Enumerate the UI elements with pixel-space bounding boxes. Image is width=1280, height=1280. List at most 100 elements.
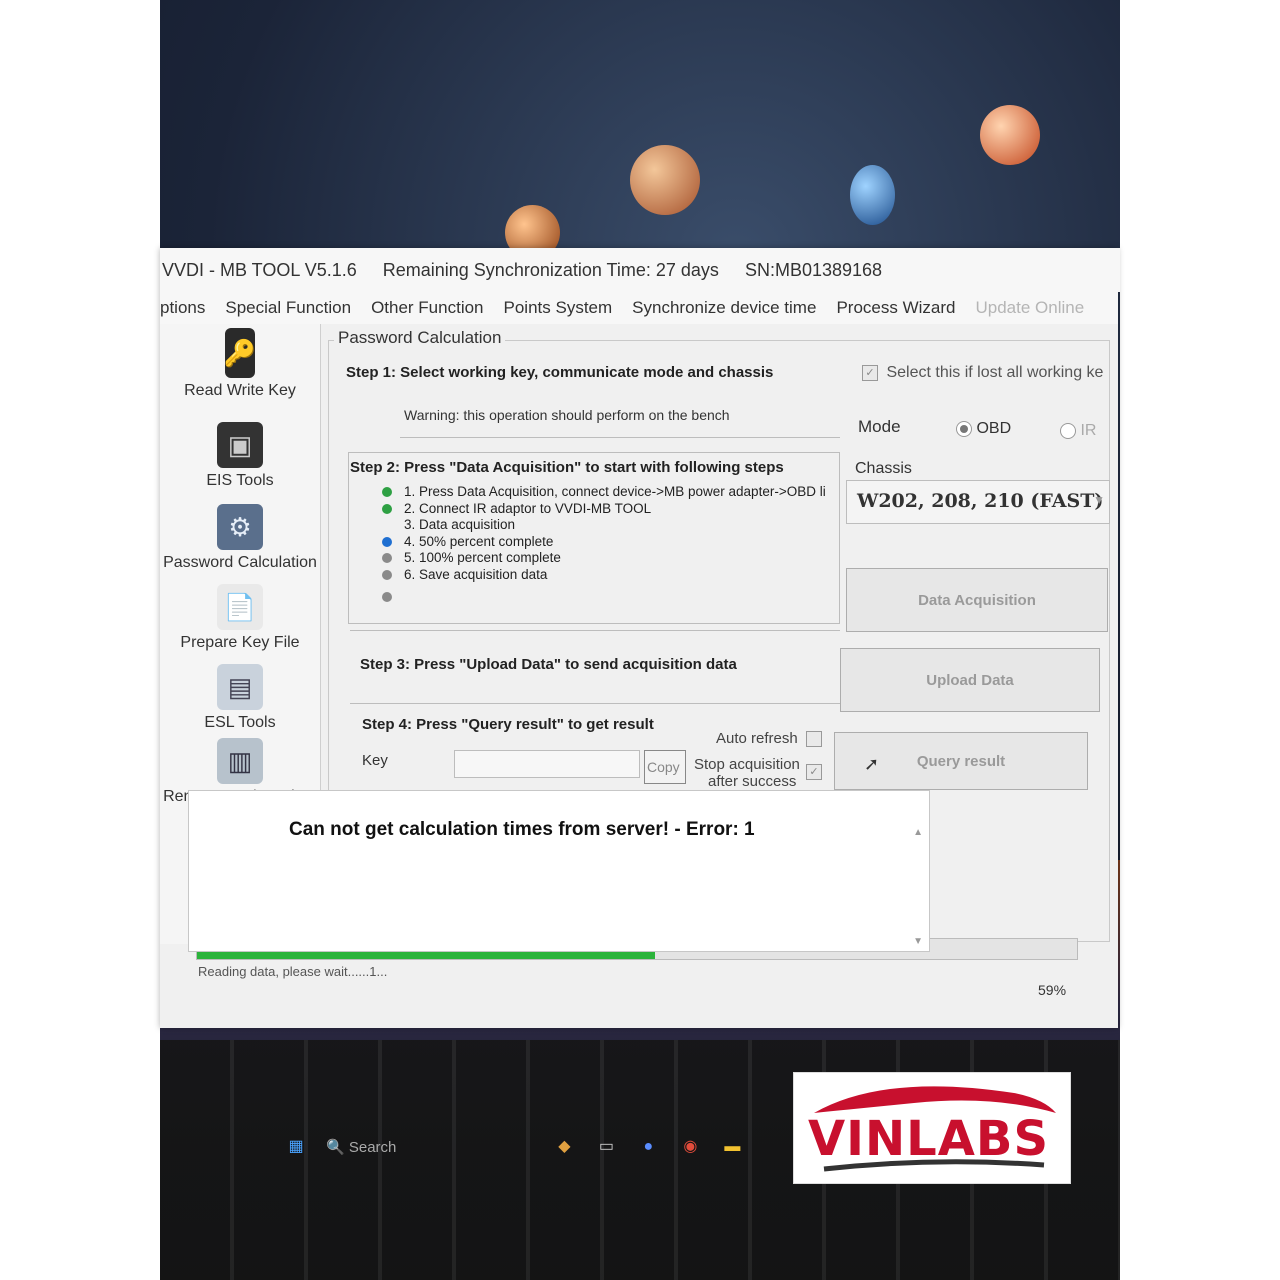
- step2-item: 1. Press Data Acquisition, connect devic…: [404, 484, 826, 499]
- step2-item: 2. Connect IR adaptor to VVDI-MB TOOL: [404, 500, 652, 516]
- mode-ir-option[interactable]: IR: [1060, 422, 1096, 440]
- log-message: Can not get calculation times from serve…: [289, 819, 755, 840]
- log-output[interactable]: Can not get calculation times from serve…: [188, 790, 930, 952]
- list-item: 5. 100% percent complete: [382, 550, 826, 567]
- step2-checklist: 1. Press Data Acquisition, connect devic…: [382, 484, 826, 606]
- logo-text: VINLABS: [808, 1111, 1050, 1167]
- taskbar-search-label: Search: [348, 1139, 397, 1156]
- title-bar: VVDI - MB TOOL V5.1.6 Remaining Synchron…: [160, 248, 1120, 292]
- mode-label: Mode: [858, 417, 901, 436]
- windows-start-icon[interactable]: ▦: [284, 1135, 308, 1159]
- vinlabs-logo: VINLABS: [793, 1072, 1071, 1184]
- status-pending-icon: [382, 592, 392, 603]
- menu-points-system[interactable]: Points System: [504, 298, 613, 318]
- auto-refresh-label: Auto refresh: [716, 730, 798, 747]
- scroll-up-icon[interactable]: ▲: [913, 827, 923, 838]
- copy-button[interactable]: Copy: [644, 750, 686, 784]
- status-active-icon: [382, 536, 392, 547]
- status-done-icon: [382, 503, 392, 514]
- mouse-cursor-icon: ➚: [864, 754, 880, 774]
- step2-item: 5. 100% percent complete: [404, 550, 561, 565]
- task-view-icon[interactable]: ▭: [594, 1135, 618, 1159]
- list-item: 6. Save acquisition data: [382, 567, 826, 584]
- status-text: Reading data, please wait......1...: [198, 964, 388, 979]
- auto-refresh-option[interactable]: Auto refresh: [716, 730, 822, 748]
- key-input[interactable]: [454, 750, 640, 778]
- widgets-icon[interactable]: ◆: [552, 1135, 576, 1159]
- step1-separator: [400, 437, 840, 438]
- chassis-label: Chassis: [855, 460, 912, 477]
- menu-synchronize-device-time[interactable]: Synchronize device time: [632, 298, 816, 318]
- mode-ir-label: IR: [1080, 422, 1097, 439]
- mode-obd-label: OBD: [976, 420, 1012, 437]
- sync-time: Remaining Synchronization Time: 27 days: [382, 259, 719, 280]
- copy-button-label: Copy: [647, 759, 680, 775]
- app-title: VVDI - MB TOOL V5.1.6: [162, 259, 357, 280]
- sidebar-item-label: Password Calculation: [163, 554, 317, 571]
- list-item: [382, 589, 826, 606]
- step2-item: 3. Data acquisition: [404, 517, 516, 532]
- step3-title: Step 3: Press "Upload Data" to send acqu…: [360, 656, 737, 673]
- chassis-select[interactable]: W202, 208, 210 (FAST) ▼: [846, 480, 1110, 524]
- list-item: 3. Data acquisition: [382, 517, 826, 534]
- sidebar-item-prepare-key-file[interactable]: 📄 Prepare Key File: [160, 584, 320, 652]
- menu-bar: ptions Special Function Other Function P…: [160, 292, 1118, 324]
- key-file-icon: 📄: [217, 584, 263, 630]
- sidebar-item-label: EIS Tools: [206, 472, 274, 489]
- stop-acquisition-label-2: after success: [708, 773, 797, 790]
- wallpaper-orb: [850, 165, 895, 225]
- list-item: 1. Press Data Acquisition, connect devic…: [382, 484, 826, 501]
- step2-item: 4. 50% percent complete: [404, 533, 554, 549]
- select-lost-keys-option[interactable]: ✓ Select this if lost all working ke: [862, 364, 1103, 382]
- step1-title: Step 1: Select working key, communicate …: [346, 364, 774, 381]
- panel-title: Password Calculation: [334, 328, 506, 348]
- upload-data-button[interactable]: Upload Data: [840, 648, 1100, 712]
- list-item: 2. Connect IR adaptor to VVDI-MB TOOL: [382, 501, 826, 518]
- chassis-value: W202, 208, 210 (FAST): [857, 490, 1104, 512]
- file-explorer-icon[interactable]: ▬: [720, 1135, 744, 1159]
- sidebar-item-esl-tools[interactable]: ▤ ESL Tools: [160, 664, 320, 732]
- wallpaper-orb: [980, 105, 1040, 165]
- auto-refresh-checkbox[interactable]: [805, 731, 822, 748]
- step2-title: Step 2: Press "Data Acquisition" to star…: [350, 459, 784, 476]
- sidebar-item-read-write-key[interactable]: 🔑 Read Write Key: [160, 328, 320, 400]
- step4-title: Step 4: Press "Query result" to get resu…: [362, 716, 654, 733]
- key-label: Key: [362, 752, 388, 769]
- mode-obd-option[interactable]: OBD: [956, 420, 1011, 438]
- sidebar-item-label: Read Write Key: [184, 382, 296, 399]
- car-key-icon: 🔑: [224, 328, 256, 378]
- scroll-down-icon[interactable]: ▼: [913, 936, 923, 947]
- menu-options[interactable]: ptions: [160, 298, 205, 318]
- chrome-icon[interactable]: ◉: [678, 1135, 702, 1159]
- select-lost-keys-checkbox[interactable]: ✓: [862, 364, 878, 381]
- sidebar-item-eis-tools[interactable]: ▣ EIS Tools: [160, 422, 320, 490]
- menu-process-wizard[interactable]: Process Wizard: [836, 298, 955, 318]
- wallpaper-orb: [630, 145, 700, 215]
- chevron-down-icon: ▼: [1093, 493, 1105, 507]
- step2-item: 6. Save acquisition data: [404, 566, 548, 582]
- chat-icon[interactable]: ●: [636, 1135, 660, 1159]
- esl-module-icon: ▤: [217, 664, 263, 710]
- stop-acquisition-label-1: Stop acquisition: [694, 756, 800, 773]
- menu-other-function[interactable]: Other Function: [371, 298, 483, 318]
- ecu-module-icon: ▥: [217, 738, 263, 784]
- eis-module-icon: ▣: [217, 422, 263, 468]
- menu-special-function[interactable]: Special Function: [225, 298, 351, 318]
- taskbar-search[interactable]: 🔍 Search: [326, 1138, 396, 1156]
- stop-acquisition-checkbox[interactable]: ✓: [806, 764, 822, 780]
- serial-number: SN:MB01389168: [744, 259, 883, 280]
- status-pending-icon: [382, 520, 392, 530]
- taskbar: ▦ 🔍 Search ◆ ▭ ● ◉ ▬: [270, 1125, 804, 1169]
- progress-percent: 59%: [1038, 982, 1067, 998]
- status-done-icon: [382, 487, 392, 498]
- status-pending-icon: [382, 569, 392, 580]
- stop-acquisition-option[interactable]: Stop acquisition after success ✓: [694, 756, 822, 790]
- menu-update-online[interactable]: Update Online: [975, 298, 1084, 318]
- sidebar-item-password-calculation[interactable]: ⚙ Password Calculation: [160, 504, 320, 572]
- mode-ir-radio[interactable]: [1060, 422, 1076, 439]
- select-lost-keys-label: Select this if lost all working ke: [886, 364, 1104, 381]
- password-calculation-icon: ⚙: [217, 504, 263, 550]
- data-acquisition-button[interactable]: Data Acquisition: [846, 568, 1108, 632]
- mode-obd-radio[interactable]: [956, 420, 972, 437]
- list-item: 4. 50% percent complete: [382, 534, 826, 551]
